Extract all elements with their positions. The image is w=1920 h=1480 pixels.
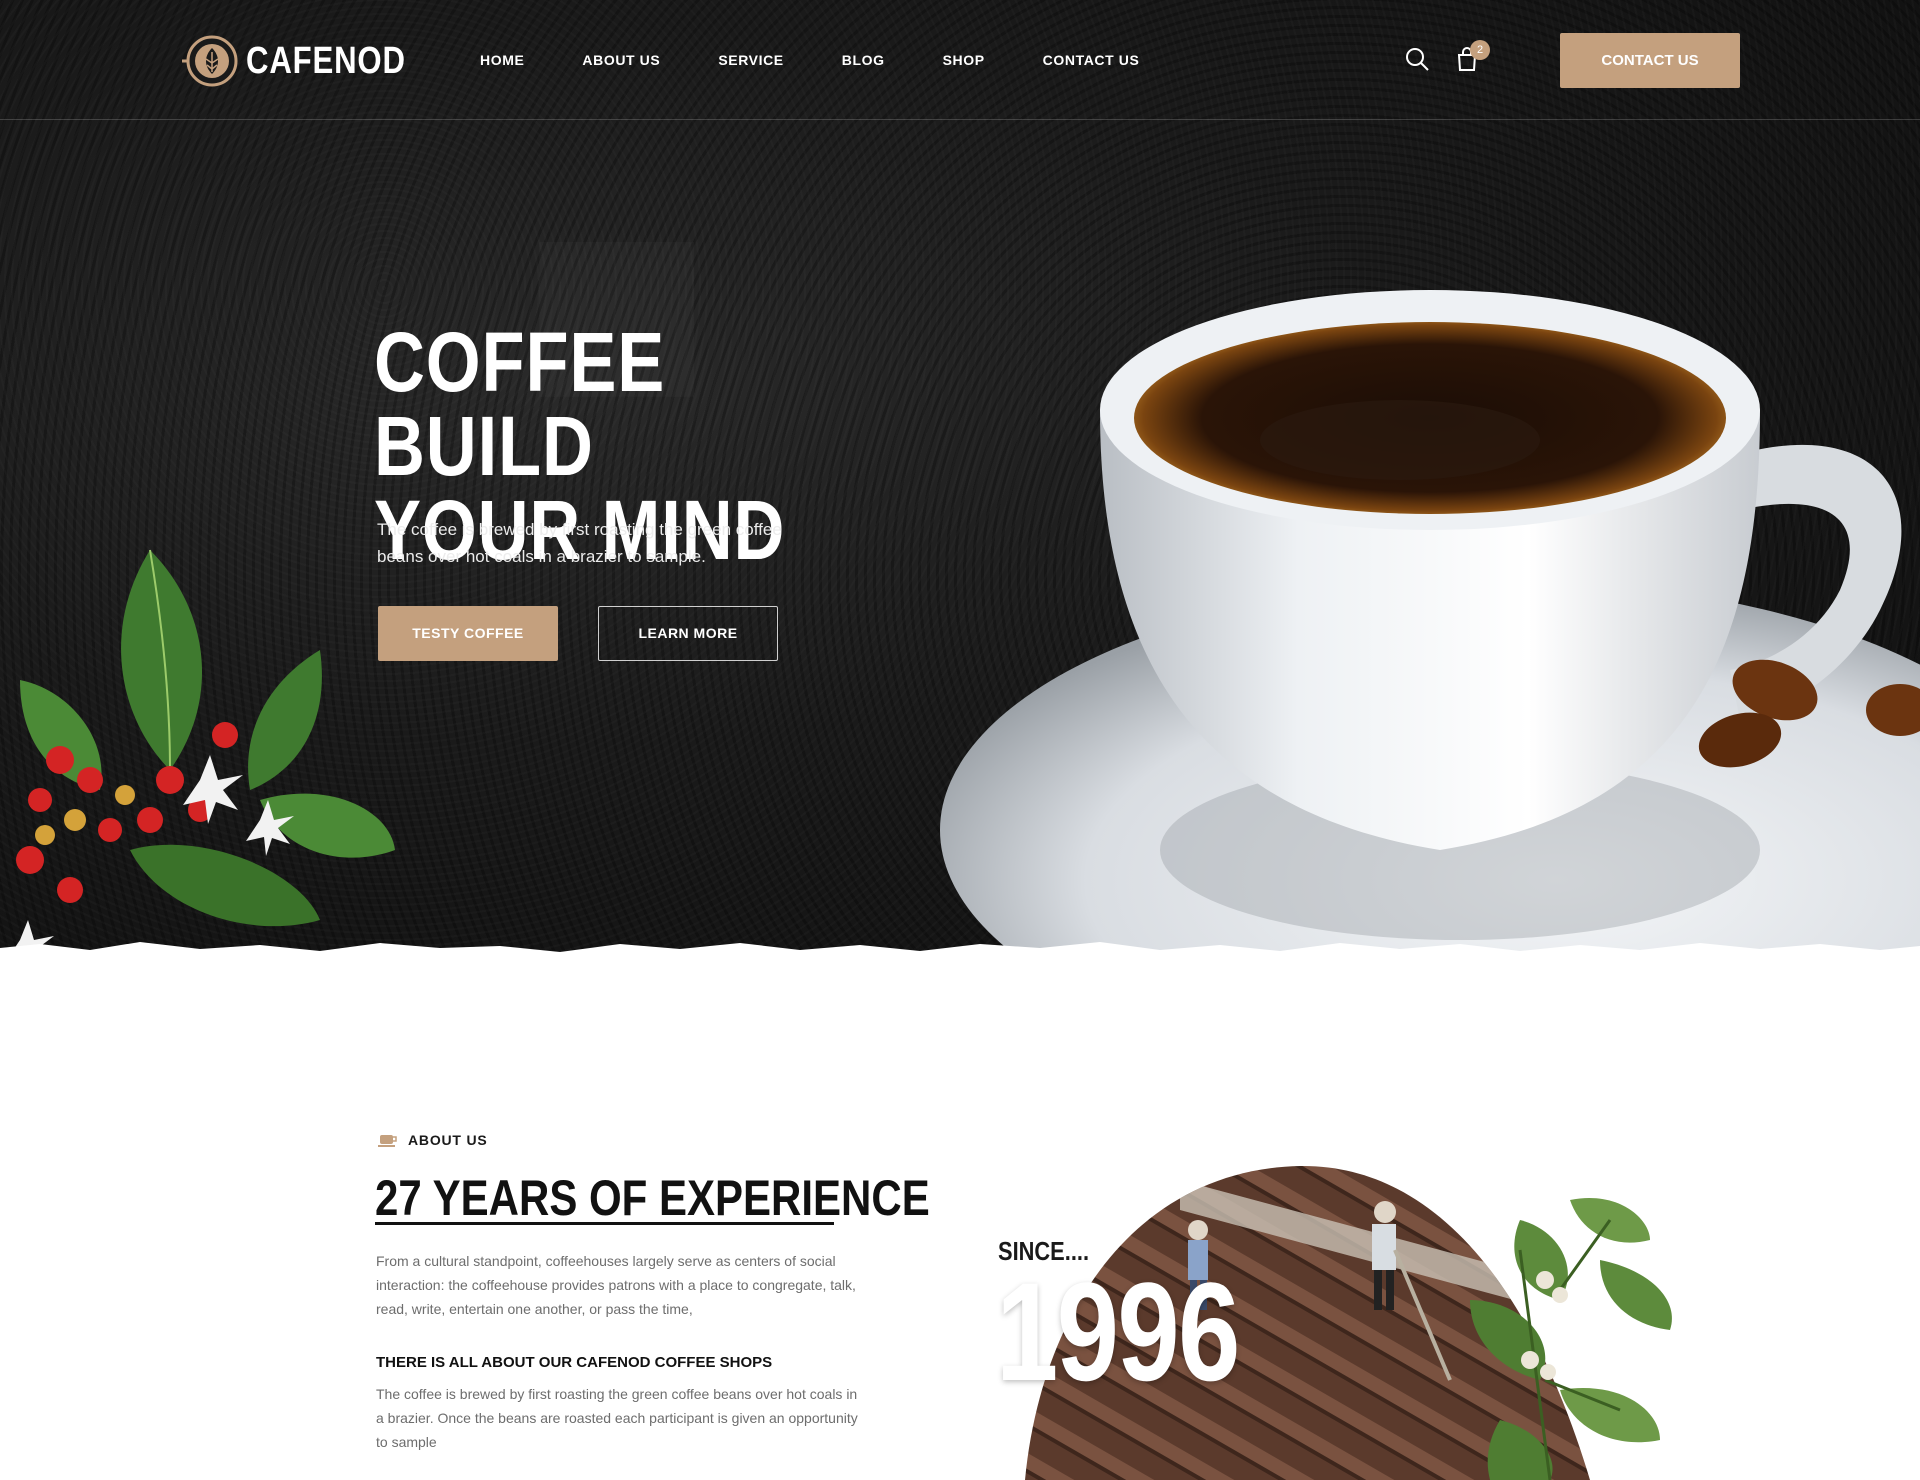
about-paragraph-1: From a cultural standpoint, coffeehouses… (376, 1253, 856, 1317)
logo-coffee-icon (182, 35, 238, 87)
nav-link-contact-us[interactable]: CONTACT US (1043, 52, 1140, 68)
main-nav: HOME ABOUT US SERVICE BLOG SHOP CONTACT … (480, 52, 1197, 68)
cart-count-badge: 2 (1470, 40, 1490, 60)
torn-paper-edge (0, 942, 1920, 960)
since-year: 1996 (996, 1253, 1240, 1410)
about-subheading: THERE IS ALL ABOUT OUR CAFENOD COFFEE SH… (376, 1354, 773, 1371)
learn-more-button[interactable]: LEARN MORE (598, 606, 778, 661)
contact-us-button[interactable]: CONTACT US (1560, 33, 1740, 88)
testy-coffee-button[interactable]: TESTY COFFEE (378, 606, 558, 661)
nav-link-about-us[interactable]: ABOUT US (582, 52, 660, 68)
coffee-cup-icon (378, 1135, 397, 1147)
hero-description: The coffee is brewed by first roasting t… (377, 520, 782, 566)
nav-link-shop[interactable]: SHOP (943, 52, 985, 68)
coffee-cup-image (940, 290, 1920, 960)
about-paragraph-2: The coffee is brewed by first roasting t… (376, 1386, 858, 1450)
about-eyebrow: ABOUT US (378, 1132, 488, 1148)
nav-link-blog[interactable]: BLOG (842, 52, 885, 68)
search-icon[interactable] (1404, 46, 1430, 72)
hero-section: ■ (0, 0, 1920, 960)
coffee-plant-image (13, 549, 395, 950)
nav-link-home[interactable]: HOME (480, 52, 524, 68)
hero-title-line1: COFFEE BUILD (374, 315, 666, 493)
nav-link-service[interactable]: SERVICE (718, 52, 783, 68)
brand-logo[interactable]: CAFENOD (180, 32, 441, 90)
about-title: 27 YEARS OF EXPERIENCE (375, 1170, 930, 1226)
about-eyebrow-label: ABOUT US (408, 1132, 488, 1148)
brand-name: CAFENOD (246, 39, 406, 82)
about-title-underline (375, 1222, 834, 1225)
top-navbar: CAFENOD HOME ABOUT US SERVICE BLOG SHOP … (0, 0, 1920, 120)
